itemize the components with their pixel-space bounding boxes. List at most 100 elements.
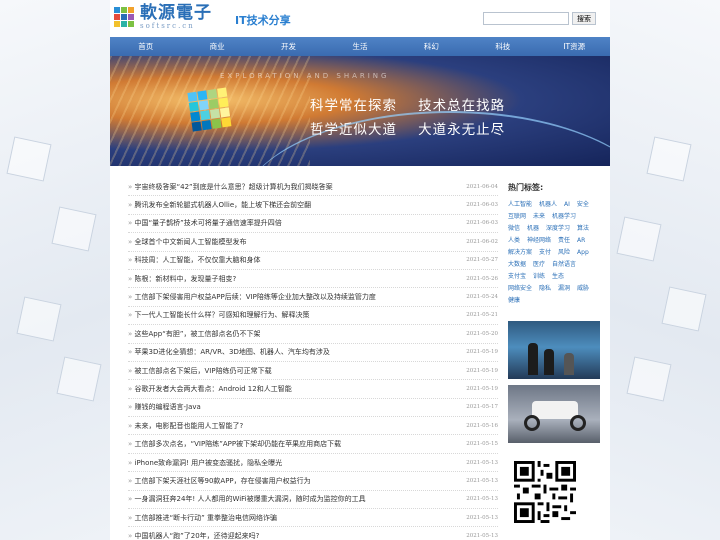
news-title-link[interactable]: 工信部下架天涯社区等90款APP，存在侵害用户权益行为 — [128, 476, 311, 486]
tag-link[interactable]: 机器学习 — [552, 211, 576, 223]
tagline: IT技术分享 — [235, 14, 291, 27]
tag-link[interactable]: App — [577, 247, 589, 259]
news-item[interactable]: iPhone致命漏洞! 用户被变态骚扰，隐私全曝光 2021-05-13 — [128, 454, 498, 473]
background-decoration-left — [0, 0, 110, 540]
tag-link[interactable]: AI — [564, 199, 570, 211]
sidebar-photo-robots[interactable] — [508, 321, 600, 379]
news-title-link[interactable]: 工信部多次点名，“VIP陪练”APP被下架却仍能在苹果应用商店下载 — [128, 439, 342, 449]
site-logo[interactable]: 軟源電子 softsrc.cn — [114, 4, 212, 30]
news-title-link[interactable]: 未来，电影配音也能用人工智能了? — [128, 421, 244, 431]
nav-item-dev[interactable]: 开发 — [253, 37, 324, 56]
tag-link[interactable]: 自然语言 — [552, 259, 576, 271]
news-item[interactable]: 工信部下架侵害用户权益APP后续：VIP陪练等企业加大整改以及持续监管力度 202… — [128, 288, 498, 307]
news-title-link[interactable]: iPhone致命漏洞! 用户被变态骚扰，隐私全曝光 — [128, 458, 283, 468]
main-nav: 首页 商业 开发 生活 科幻 科技 IT资源 — [110, 37, 610, 56]
news-item[interactable]: 中国机器人“跑”了20年，还待迎起来吗? 2021-05-13 — [128, 527, 498, 540]
nav-item-it-resources[interactable]: IT资源 — [539, 37, 610, 56]
news-date: 2021-05-19 — [466, 367, 498, 374]
nav-item-tech[interactable]: 科技 — [467, 37, 538, 56]
tag-link[interactable]: 风险 — [558, 247, 570, 259]
tag-link[interactable]: 神经网络 — [527, 235, 551, 247]
robot-wheel — [524, 415, 540, 431]
deco-cube — [51, 206, 97, 252]
tag-link[interactable]: 人工智能 — [508, 199, 532, 211]
news-date: 2021-05-13 — [466, 477, 498, 484]
news-date: 2021-05-15 — [466, 441, 498, 448]
news-title-link[interactable]: 中国机器人“跑”了20年，还待迎起来吗? — [128, 531, 260, 540]
tag-link[interactable]: 威胁 — [577, 283, 589, 295]
news-item[interactable]: 工信部多次点名，“VIP陪练”APP被下架却仍能在苹果应用商店下载 2021-05… — [128, 435, 498, 454]
tag-link[interactable]: AR — [577, 235, 585, 247]
news-title-link[interactable]: 宇宙终极答案“42”到底是什么意思？超级计算机为我们揭晓答案 — [128, 182, 333, 192]
news-title-link[interactable]: 苹果3D进化全猜想：AR/VR、3D地图、机器人、汽车均有涉及 — [128, 347, 330, 357]
news-item[interactable]: 谷歌开发者大会两大看点：Android 12和人工智能 2021-05-19 — [128, 380, 498, 399]
tag-link[interactable]: 人类 — [508, 235, 520, 247]
news-title-link[interactable]: 赚钱的编程语言-Java — [128, 402, 201, 412]
tag-link[interactable]: 支付 — [539, 247, 551, 259]
deco-cube — [616, 216, 662, 262]
news-date: 2021-05-13 — [466, 533, 498, 540]
news-item[interactable]: 下一代人工智能长什么样？可感知和理解行为、解释决策 2021-05-21 — [128, 307, 498, 326]
news-title-link[interactable]: 中国“量子鹊桥”技术可将量子通信速率提升四倍 — [128, 218, 282, 228]
tag-link[interactable]: 医疗 — [533, 259, 545, 271]
news-title-link[interactable]: 陈根：新材料中，发现量子相变? — [128, 274, 237, 284]
search-input[interactable] — [483, 12, 569, 25]
news-title-link[interactable]: 这些App“有胆”，被工信部点名仍不下架 — [128, 329, 261, 339]
tag-link[interactable]: 解决方案 — [508, 247, 532, 259]
nav-item-scifi[interactable]: 科幻 — [396, 37, 467, 56]
tag-link[interactable]: 健康 — [508, 295, 520, 307]
tag-link[interactable]: 生态 — [552, 271, 564, 283]
news-item[interactable]: 全球首个中文新闻人工智能模型发布 2021-06-02 — [128, 233, 498, 252]
tag-link[interactable]: 训练 — [533, 271, 545, 283]
news-item[interactable]: 宇宙终极答案“42”到底是什么意思？超级计算机为我们揭晓答案 2021-06-04 — [128, 178, 498, 197]
tag-link[interactable]: 未来 — [533, 211, 545, 223]
news-title-link[interactable]: 一身漏洞狂奔24年! 人人都用的WiFi被爆重大漏洞，随时成为监控你的工具 — [128, 494, 366, 504]
news-title-link[interactable]: 工信部下架侵害用户权益APP后续：VIP陪练等企业加大整改以及持续监管力度 — [128, 292, 376, 302]
tag-link[interactable]: 网络安全 — [508, 283, 532, 295]
news-item[interactable]: 工信部推进“断卡行动” 重拳整治电信网络诈骗 2021-05-13 — [128, 509, 498, 528]
tag-link[interactable]: 深度学习 — [546, 223, 570, 235]
logo-domain: softsrc.cn — [140, 22, 195, 30]
news-item[interactable]: 赚钱的编程语言-Java 2021-05-17 — [128, 399, 498, 418]
background-decoration-right — [610, 0, 720, 540]
news-date: 2021-06-03 — [466, 202, 498, 209]
news-title-link[interactable]: 腾讯发布全新轮腿式机器人Ollie，能上坡下梯还会前空翻 — [128, 200, 312, 210]
news-item[interactable]: 这些App“有胆”，被工信部点名仍不下架 2021-05-20 — [128, 325, 498, 344]
tag-link[interactable]: 隐私 — [539, 283, 551, 295]
news-item[interactable]: 苹果3D进化全猜想：AR/VR、3D地图、机器人、汽车均有涉及 2021-05-1… — [128, 344, 498, 362]
search-button[interactable]: 搜索 — [572, 12, 596, 25]
nav-item-home[interactable]: 首页 — [110, 37, 181, 56]
news-item[interactable]: 科技周：人工智能，不仅仅靠大脑和身体 2021-05-27 — [128, 252, 498, 270]
tag-link[interactable]: 安全 — [577, 199, 589, 211]
news-item[interactable]: 一身漏洞狂奔24年! 人人都用的WiFi被爆重大漏洞，随时成为监控你的工具 202… — [128, 491, 498, 510]
news-item[interactable]: 中国“量子鹊桥”技术可将量子通信速率提升四倍 2021-06-03 — [128, 215, 498, 234]
news-item[interactable]: 未来，电影配音也能用人工智能了? 2021-05-16 — [128, 417, 498, 436]
news-date: 2021-05-13 — [466, 459, 498, 466]
news-title-link[interactable]: 全球首个中文新闻人工智能模型发布 — [128, 237, 247, 247]
tag-link[interactable]: 机器 — [527, 223, 539, 235]
tag-link[interactable]: 责任 — [558, 235, 570, 247]
tag-link[interactable]: 漏洞 — [558, 283, 570, 295]
news-item[interactable]: 工信部下架天涯社区等90款APP，存在侵害用户权益行为 2021-05-13 — [128, 472, 498, 491]
tag-link[interactable]: 机器人 — [539, 199, 557, 211]
news-title-link[interactable]: 谷歌开发者大会两大看点：Android 12和人工智能 — [128, 384, 292, 394]
news-item[interactable]: 腾讯发布全新轮腿式机器人Ollie，能上坡下梯还会前空翻 2021-06-03 — [128, 196, 498, 215]
news-title-link[interactable]: 被工信部点名下架后，VIP陪练仍可正常下载 — [128, 366, 272, 376]
tag-link[interactable]: 支付宝 — [508, 271, 526, 283]
news-item[interactable]: 陈根：新材料中，发现量子相变? 2021-05-26 — [128, 270, 498, 289]
tag-link[interactable]: 大数据 — [508, 259, 526, 271]
sidebar-photo-wheeled-robot[interactable] — [508, 385, 600, 443]
news-item[interactable]: 被工信部点名下架后，VIP陪练仍可正常下载 2021-05-19 — [128, 362, 498, 381]
banner-slogan-line1: 科学常在探索 技术总在找路 — [310, 98, 506, 114]
nav-item-life[interactable]: 生活 — [324, 37, 395, 56]
hero-banner: EXPLORATION AND SHARING 科学常在探索 技术总在找路 哲学… — [110, 56, 610, 166]
news-date: 2021-05-27 — [466, 257, 498, 264]
tag-link[interactable]: 算法 — [577, 223, 589, 235]
news-title-link[interactable]: 科技周：人工智能，不仅仅靠大脑和身体 — [128, 255, 261, 265]
tag-link[interactable]: 互联网 — [508, 211, 526, 223]
tag-link[interactable]: 微信 — [508, 223, 520, 235]
news-title-link[interactable]: 下一代人工智能长什么样？可感知和理解行为、解释决策 — [128, 310, 310, 320]
news-title-link[interactable]: 工信部推进“断卡行动” 重拳整治电信网络诈骗 — [128, 513, 277, 523]
robot-body — [532, 401, 578, 419]
nav-item-business[interactable]: 商业 — [181, 37, 252, 56]
